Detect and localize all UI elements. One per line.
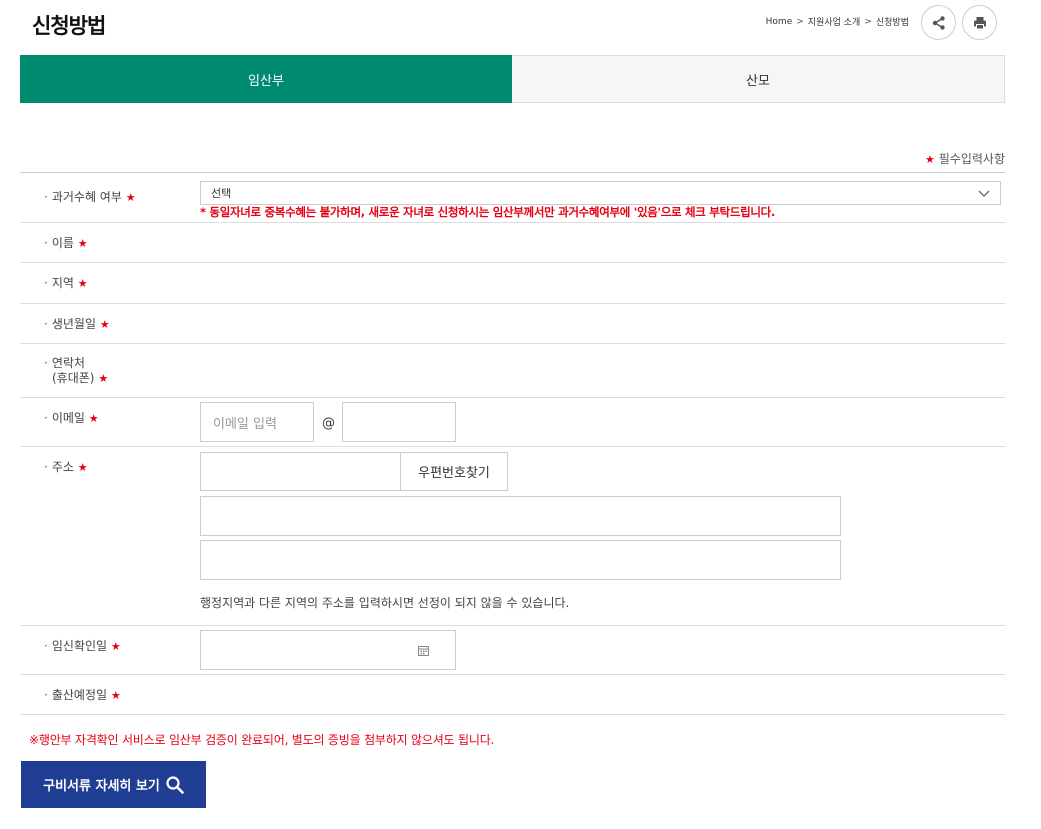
label-due-date: · 출산예정일 ★: [44, 688, 121, 702]
email-domain-input[interactable]: [342, 402, 456, 442]
verification-note: ※행안부 자격확인 서비스로 임산부 검증이 완료되어, 별도의 증빙을 첨부하…: [29, 733, 495, 747]
label-pregnancy-date: · 임신확인일 ★: [44, 639, 121, 653]
label-contact: · 연락처 (휴대폰) ★: [44, 356, 109, 385]
page-header: 신청방법 Home > 지원사업 소개 > 신청방법: [0, 0, 1041, 50]
breadcrumb: Home > 지원사업 소개 > 신청방법: [766, 15, 909, 29]
label-region: · 지역 ★: [44, 276, 88, 290]
application-form: · 과거수혜 여부 ★ 선택 * 동일자녀로 중복수혜는 불가하며, 새로운 자녀…: [20, 172, 1005, 715]
share-button[interactable]: [921, 5, 956, 40]
share-icon: [932, 15, 945, 30]
zipcode-input[interactable]: [200, 452, 401, 491]
chevron-down-icon: [978, 190, 990, 197]
required-star: ★: [925, 153, 935, 166]
zipcode-search-button[interactable]: 우편번호찾기: [400, 452, 508, 491]
row-name: · 이름 ★: [20, 223, 1005, 263]
row-region: · 지역 ★: [20, 263, 1005, 304]
label-past-benefit: · 과거수혜 여부 ★: [44, 190, 136, 204]
email-id-input[interactable]: 이메일 입력: [200, 402, 314, 442]
search-icon: [166, 775, 184, 794]
email-at-sign: @: [322, 416, 335, 431]
breadcrumb-home[interactable]: Home: [766, 17, 793, 27]
view-required-docs-label: 구비서류 자세히 보기: [43, 779, 160, 794]
past-benefit-select[interactable]: 선택: [200, 181, 1001, 205]
address-note: 행정지역과 다른 지역의 주소를 입력하시면 선정이 되지 않을 수 있습니다.: [200, 596, 570, 610]
breadcrumb-separator: >: [864, 16, 872, 27]
row-due-date: · 출산예정일 ★: [20, 675, 1005, 715]
required-fields-text: 필수입력사항: [938, 152, 1005, 166]
label-email: · 이메일 ★: [44, 411, 99, 425]
tab-mother[interactable]: 산모: [512, 55, 1005, 103]
required-fields-note: ★ 필수입력사항: [925, 150, 1005, 167]
pregnancy-date-input[interactable]: [200, 630, 456, 670]
address-line1-input[interactable]: [200, 496, 841, 536]
tab-pregnant[interactable]: 임산부: [20, 55, 512, 103]
page-title: 신청방법: [32, 14, 106, 38]
view-required-docs-button[interactable]: 구비서류 자세히 보기: [21, 761, 206, 808]
print-icon: [973, 16, 986, 29]
row-contact: · 연락처 (휴대폰) ★: [20, 344, 1005, 398]
calendar-icon[interactable]: [418, 645, 429, 656]
label-address: · 주소 ★: [44, 460, 88, 474]
past-benefit-warning: * 동일자녀로 중복수혜는 불가하며, 새로운 자녀로 신청하시는 임산부께서만…: [200, 205, 776, 219]
breadcrumb-current: 신청방법: [875, 18, 909, 28]
applicant-type-tabs: 임산부 산모: [20, 55, 1005, 103]
label-birthdate: · 생년월일 ★: [44, 317, 110, 331]
row-birthdate: · 생년월일 ★: [20, 304, 1005, 344]
row-pregnancy-date: · 임신확인일 ★: [20, 626, 1005, 675]
address-line2-input[interactable]: [200, 540, 841, 580]
breadcrumb-separator: >: [796, 16, 804, 27]
row-past-benefit: · 과거수혜 여부 ★ 선택 * 동일자녀로 중복수혜는 불가하며, 새로운 자녀…: [20, 173, 1005, 223]
past-benefit-selected: 선택: [211, 187, 232, 200]
row-address: · 주소 ★ 우편번호찾기 행정지역과 다른 지역의 주소를 입력하시면 선정이 …: [20, 447, 1005, 626]
breadcrumb-support-intro[interactable]: 지원사업 소개: [808, 15, 861, 28]
print-button[interactable]: [962, 5, 997, 40]
label-name: · 이름 ★: [44, 236, 88, 250]
row-email: · 이메일 ★ 이메일 입력 @: [20, 398, 1005, 447]
